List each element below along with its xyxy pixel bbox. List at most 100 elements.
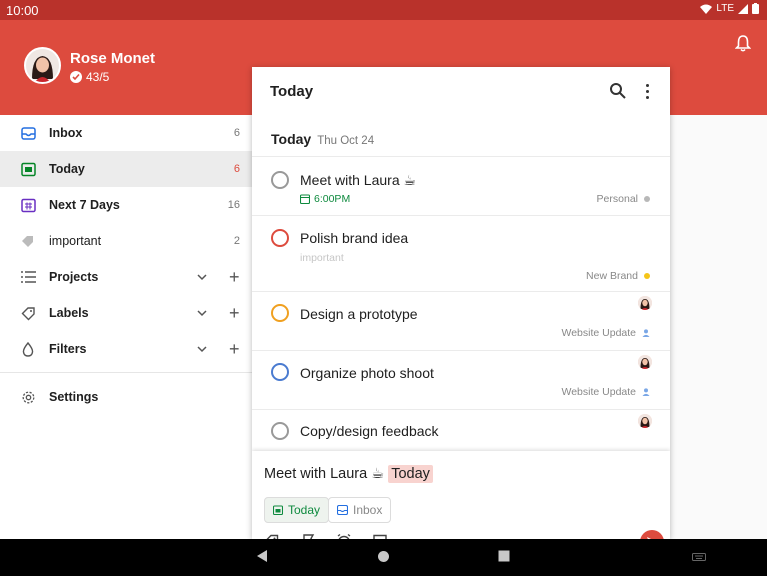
assignee-avatar — [638, 296, 652, 310]
task-checkbox[interactable] — [271, 422, 289, 440]
task-project-name: New Brand — [586, 270, 638, 282]
list-icon — [20, 269, 36, 285]
sidebar-item-projects[interactable]: Projects + — [0, 259, 252, 295]
date-highlight: Today — [388, 465, 433, 483]
today-calendar-icon — [20, 161, 36, 177]
sidebar-item-important[interactable]: important 2 — [0, 223, 252, 259]
karma-stats[interactable]: 43/5 — [70, 70, 109, 84]
task-project-name: Website Update — [561, 386, 636, 398]
due-date-chip-label: Today — [288, 503, 321, 517]
add-label-icon[interactable]: + — [229, 304, 240, 322]
drop-icon — [20, 341, 36, 357]
task-project: Website Update — [561, 327, 650, 339]
assignee-avatar — [638, 414, 652, 428]
status-time: 10:00 — [6, 3, 39, 18]
quick-add-composer: Meet with Laura ☕ Today Today Inbox — [252, 451, 670, 539]
tag-icon — [20, 305, 36, 321]
panel-toolbar: Today — [252, 67, 670, 115]
quick-add-input[interactable]: Meet with Laura ☕ Today — [264, 465, 433, 483]
send-button[interactable] — [640, 530, 664, 539]
chevron-down-icon[interactable] — [196, 309, 208, 317]
section-date: Thu Oct 24 — [317, 135, 375, 147]
sidebar-item-filters[interactable]: Filters + — [0, 331, 252, 367]
sidebar-item-inbox[interactable]: Inbox 6 — [0, 115, 252, 151]
background-area — [670, 115, 767, 539]
inbox-icon — [20, 125, 36, 141]
today-panel: Today Today Thu Oct 24 Meet with Laura ☕… — [252, 67, 670, 539]
chevron-down-icon[interactable] — [196, 273, 208, 281]
task-due: 6:00PM — [300, 193, 350, 205]
task-project: Website Update — [561, 386, 650, 398]
sidebar-item-count: 6 — [233, 163, 240, 175]
add-project-icon[interactable]: + — [229, 268, 240, 286]
wifi-icon — [700, 4, 713, 14]
task-project-name: Website Update — [561, 327, 636, 339]
system-icons: LTE — [700, 3, 759, 14]
task-name: Copy/design feedback — [300, 423, 439, 439]
project-chip-label: Inbox — [353, 503, 383, 517]
system-nav-bar — [0, 539, 767, 576]
sidebar-item-label: Filters — [49, 342, 87, 356]
task-checkbox[interactable] — [271, 229, 289, 247]
battery-icon — [752, 3, 759, 14]
inbox-icon — [337, 505, 348, 515]
project-color-dot — [644, 196, 650, 202]
sidebar-item-labels[interactable]: Labels + — [0, 295, 252, 331]
calendar-icon — [300, 194, 310, 204]
gear-icon — [20, 389, 36, 405]
search-icon[interactable] — [608, 81, 628, 101]
task-project-name: Personal — [596, 193, 638, 205]
task-time: 6:00PM — [314, 193, 351, 205]
sidebar-item-label: Settings — [49, 390, 99, 404]
sidebar-item-count: 6 — [233, 127, 240, 139]
task-name: Polish brand idea — [300, 230, 409, 246]
notifications-icon[interactable] — [735, 34, 751, 52]
sidebar-item-today[interactable]: Today 6 — [0, 151, 252, 187]
task-name: Organize photo shoot — [300, 365, 434, 381]
sidebar-item-label: Today — [49, 162, 85, 176]
assignee-avatar — [638, 355, 652, 369]
shared-person-icon — [642, 329, 650, 337]
karma-value: 43/5 — [86, 70, 110, 84]
task-checkbox[interactable] — [271, 171, 289, 189]
project-color-dot — [644, 273, 650, 279]
sidebar-item-settings[interactable]: Settings — [0, 379, 252, 415]
task-item[interactable]: Meet with Laura ☕ 6:00PM Personal — [252, 157, 670, 215]
label-tag-icon — [20, 233, 36, 249]
recents-icon[interactable] — [498, 550, 510, 562]
task-checkbox[interactable] — [271, 363, 289, 381]
add-filter-icon[interactable]: + — [229, 340, 240, 358]
back-icon[interactable] — [256, 549, 268, 563]
task-name: Meet with Laura ☕ — [300, 172, 417, 188]
calendar-icon — [273, 505, 283, 515]
task-name: Design a prototype — [300, 306, 418, 322]
task-project: Personal — [597, 193, 650, 205]
chevron-down-icon[interactable] — [196, 345, 208, 353]
task-item[interactable]: Design a prototype Website Update — [252, 292, 670, 350]
project-chip[interactable]: Inbox — [328, 497, 392, 523]
avatar-image — [26, 49, 59, 82]
karma-check-icon — [70, 71, 82, 83]
sidebar-item-label: Projects — [49, 270, 99, 284]
sidebar-item-next-7-days[interactable]: Next 7 Days 16 — [0, 187, 252, 223]
sidebar-item-label: important — [49, 234, 102, 248]
more-options-icon[interactable] — [640, 81, 654, 101]
network-type: LTE — [716, 3, 734, 14]
sidebar-item-count: 16 — [227, 199, 240, 211]
user-avatar[interactable] — [24, 47, 61, 84]
sidebar-item-label: Inbox — [49, 126, 83, 140]
due-date-chip[interactable]: Today — [264, 497, 330, 523]
todoist-app: Rose Monet 43/5 Inbox 6 Today 6 Next 7 D… — [0, 20, 767, 539]
section-title: Today — [271, 131, 312, 147]
home-icon[interactable] — [377, 550, 390, 563]
task-checkbox[interactable] — [271, 304, 289, 322]
week-calendar-icon — [20, 197, 36, 213]
status-bar: 10:00 LTE — [0, 0, 767, 20]
shared-person-icon — [642, 388, 650, 396]
sidebar-divider — [0, 372, 252, 373]
task-label: important — [300, 252, 344, 264]
task-item[interactable]: Polish brand idea important New Brand — [252, 216, 670, 291]
quick-add-text: Meet with Laura ☕ — [264, 466, 385, 482]
task-item[interactable]: Organize photo shoot Website Update — [252, 351, 670, 409]
keyboard-icon[interactable] — [692, 553, 706, 563]
